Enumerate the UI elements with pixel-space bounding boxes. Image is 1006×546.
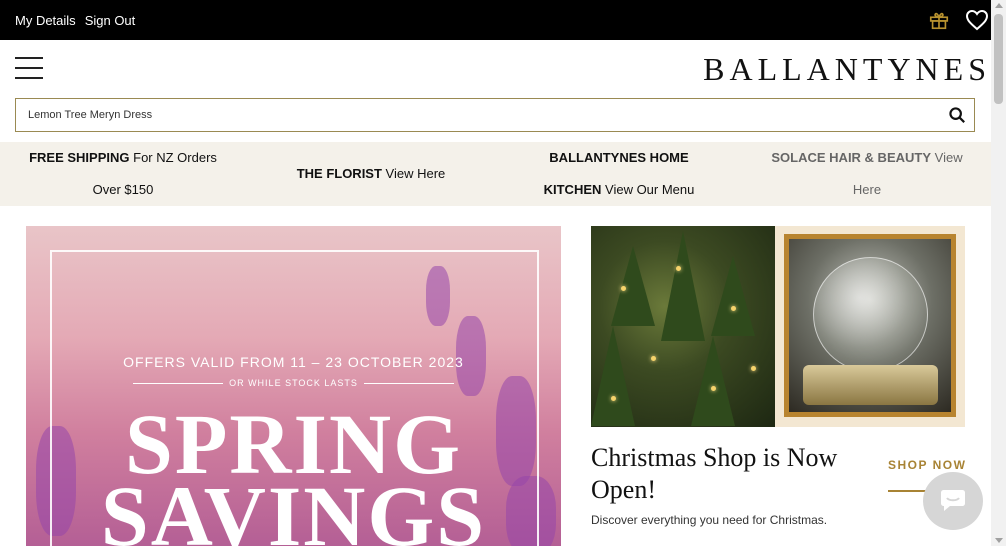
promo-florist-text: View Here xyxy=(385,166,446,181)
tree-shape xyxy=(691,336,735,426)
scroll-down-icon[interactable] xyxy=(995,538,1003,543)
page: My Details Sign Out BALLANTYNES Lemon Tr… xyxy=(0,0,1006,546)
light-shape xyxy=(621,286,626,291)
tree-shape xyxy=(711,256,755,336)
light-shape xyxy=(711,386,716,391)
promo-shipping-text: For NZ Orders xyxy=(133,150,217,165)
gift-icon[interactable] xyxy=(925,6,953,34)
promo-solace-text: View xyxy=(934,150,963,165)
promo-florist[interactable]: THE FLORIST View Here xyxy=(270,158,472,190)
snow-globe-base xyxy=(803,365,938,405)
search-icon[interactable] xyxy=(948,106,966,124)
light-shape xyxy=(751,366,756,371)
christmas-trees-photo xyxy=(591,226,775,427)
hero-stock: OR WHILE STOCK LASTS xyxy=(26,378,561,388)
top-bar-icons xyxy=(915,0,991,40)
promo-shipping-text2: Over $150 xyxy=(92,182,154,197)
tree-shape xyxy=(591,326,635,426)
scrollbar[interactable] xyxy=(991,0,1006,546)
promo-shipping-bold: FREE SHIPPING xyxy=(29,150,130,165)
sign-out-link[interactable]: Sign Out xyxy=(85,13,136,28)
snow-globe-photo xyxy=(775,226,965,427)
hero-banner[interactable]: OFFERS VALID FROM 11 – 23 OCTOBER 2023 O… xyxy=(26,226,561,546)
promo-solace[interactable]: SOLACE HAIR & BEAUTY View Here xyxy=(766,142,968,206)
light-shape xyxy=(676,266,681,271)
hero-offers: OFFERS VALID FROM 11 – 23 OCTOBER 2023 xyxy=(123,354,464,370)
menu-icon[interactable] xyxy=(15,57,43,79)
promo-strip: FREE SHIPPING For NZ Orders Over $150 TH… xyxy=(0,142,991,206)
promo-kitchen-text: View Our Menu xyxy=(605,182,695,197)
site-header: BALLANTYNES xyxy=(0,40,991,98)
tree-shape xyxy=(611,246,655,326)
chat-button[interactable] xyxy=(923,472,983,530)
hero-title-line2: SAVINGS xyxy=(100,468,487,546)
promo-florist-bold: THE FLORIST xyxy=(296,166,382,181)
scrollbar-thumb[interactable] xyxy=(994,14,1003,104)
christmas-description: Discover everything you need for Christm… xyxy=(591,513,828,527)
scroll-up-icon[interactable] xyxy=(995,3,1003,8)
light-shape xyxy=(731,306,736,311)
christmas-image[interactable] xyxy=(591,226,965,427)
my-details-link[interactable]: My Details xyxy=(15,13,76,28)
chat-icon xyxy=(941,490,965,511)
promo-solace-text2: Here xyxy=(852,182,882,197)
heart-icon[interactable] xyxy=(963,6,991,34)
gold-frame xyxy=(784,234,956,417)
logo[interactable]: BALLANTYNES xyxy=(703,51,991,88)
promo-home-bold: BALLANTYNES HOME xyxy=(549,150,689,165)
light-shape xyxy=(611,396,616,401)
tree-shape xyxy=(661,231,705,341)
promo-solace-bold: SOLACE HAIR & BEAUTY xyxy=(771,150,932,165)
search-input[interactable] xyxy=(16,99,916,131)
search-bar xyxy=(15,98,975,132)
christmas-title[interactable]: Christmas Shop is Now Open! xyxy=(591,442,871,506)
snow-globe xyxy=(813,257,928,372)
light-shape xyxy=(651,356,656,361)
promo-free-shipping[interactable]: FREE SHIPPING For NZ Orders Over $150 xyxy=(22,142,224,206)
promo-home-kitchen[interactable]: BALLANTYNES HOME KITCHEN View Our Menu xyxy=(518,142,720,206)
shop-now-link[interactable]: SHOP NOW xyxy=(888,458,966,472)
promo-kitchen-bold: KITCHEN xyxy=(543,182,602,197)
top-bar: My Details Sign Out xyxy=(0,0,991,40)
